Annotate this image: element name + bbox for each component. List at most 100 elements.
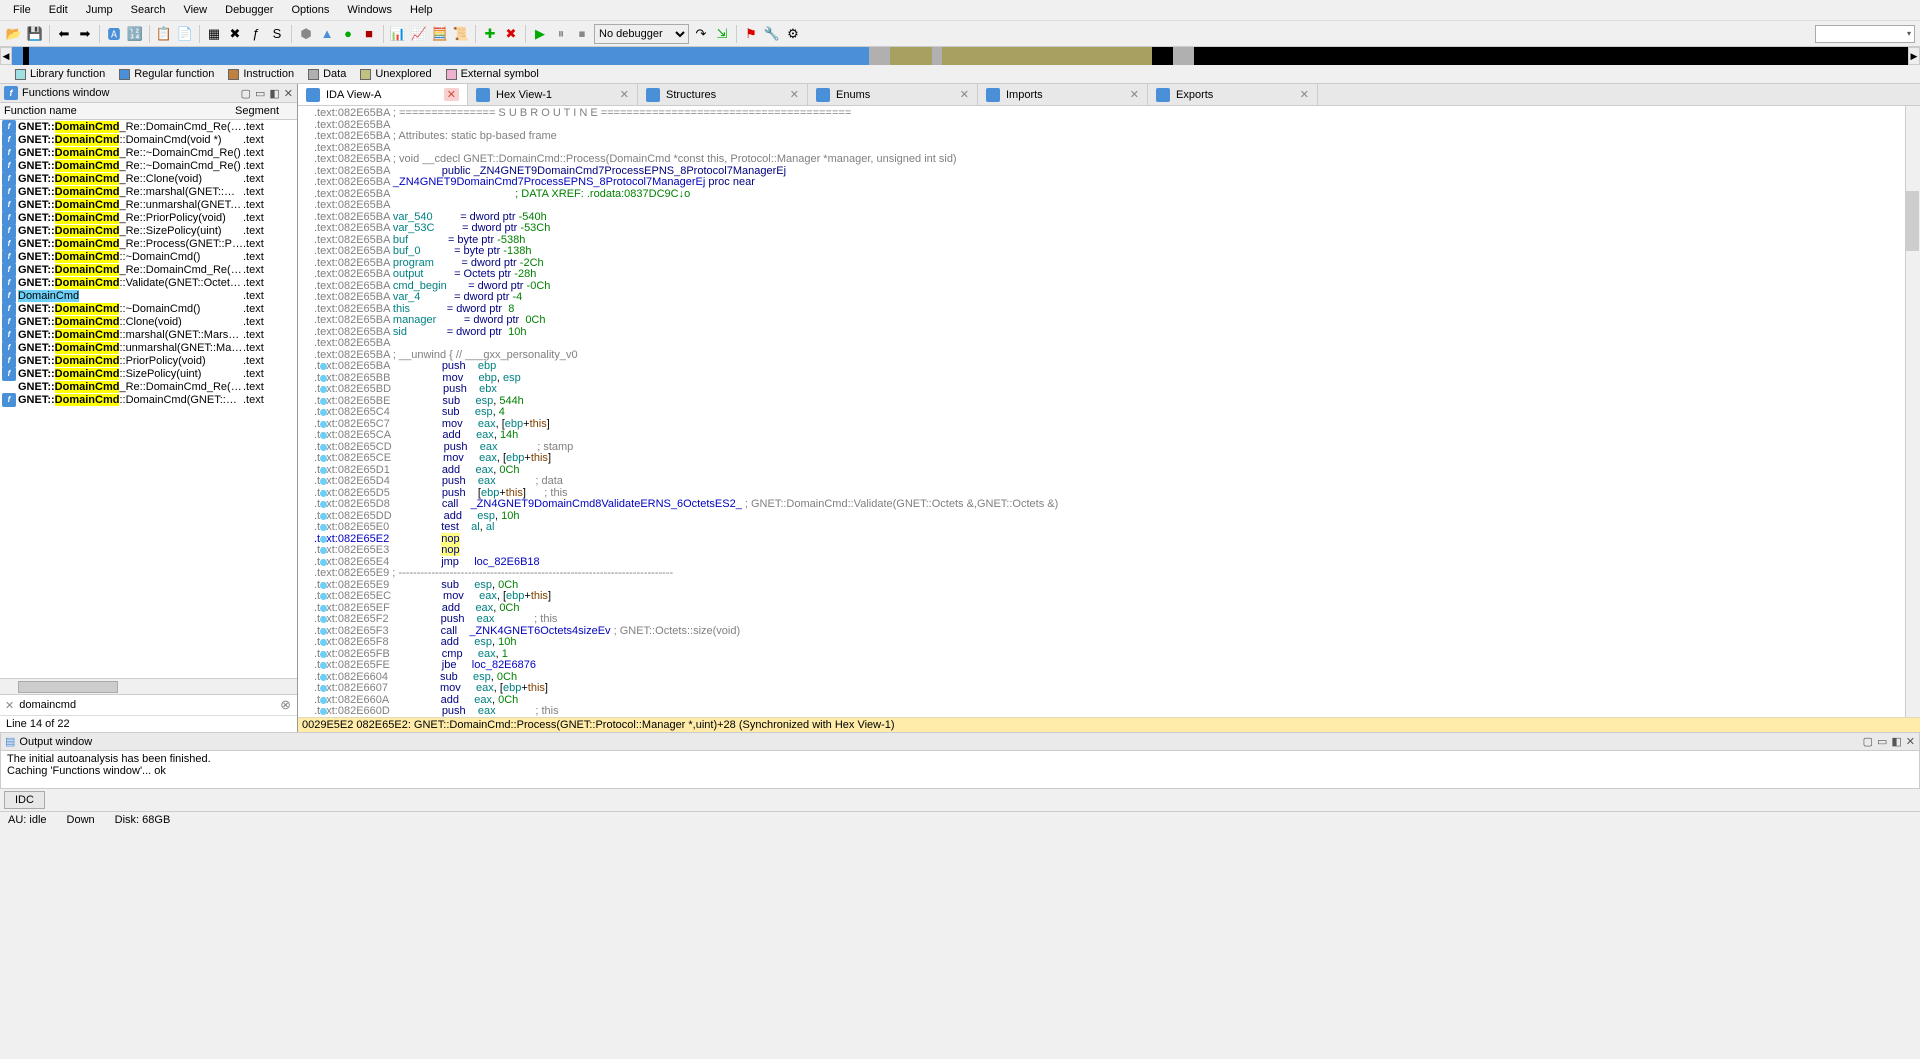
- search-text-icon[interactable]: 🅰: [105, 25, 123, 43]
- out-minimize-icon[interactable]: ▭: [1877, 735, 1887, 748]
- function-row[interactable]: fGNET::DomainCmd_Re::marshal(GNET::Marsh…: [0, 185, 297, 198]
- menu-options[interactable]: Options: [283, 2, 337, 18]
- disasm-line[interactable]: .text:082E65BA push ebp: [314, 361, 1920, 373]
- disasm-line[interactable]: .text:082E65BA cmd_begin = dword ptr -0C…: [314, 281, 1920, 293]
- disasm-line[interactable]: .text:082E65BA var_4 = dword ptr -4: [314, 292, 1920, 304]
- nav-map[interactable]: [12, 47, 1908, 65]
- clear-filter-icon[interactable]: ⊗: [276, 697, 295, 713]
- popout-icon[interactable]: ◧: [269, 87, 279, 100]
- disasm-line[interactable]: .text:082E65F8 add esp, 10h: [314, 637, 1920, 649]
- open-icon[interactable]: 📂: [5, 25, 23, 43]
- stop-run-icon[interactable]: ⏹: [573, 25, 591, 43]
- disasm-line[interactable]: .text:082E6604 sub esp, 0Ch: [314, 672, 1920, 684]
- tab-enums[interactable]: Enums✕: [808, 84, 978, 105]
- disasm-line[interactable]: .text:082E65BA var_53C = dword ptr -53Ch: [314, 223, 1920, 235]
- step-into-icon[interactable]: ⇲: [713, 25, 731, 43]
- paste-icon[interactable]: 📄: [176, 25, 194, 43]
- tab-imports[interactable]: Imports✕: [978, 84, 1148, 105]
- disasm-line[interactable]: .text:082E65C7 mov eax, [ebp+this]: [314, 419, 1920, 431]
- disasm-line[interactable]: .text:082E65FE jbe loc_82E6876: [314, 660, 1920, 672]
- disasm-line[interactable]: .text:082E65BA var_540 = dword ptr -540h: [314, 212, 1920, 224]
- disasm-line[interactable]: .text:082E65BA sid = dword ptr 10h: [314, 327, 1920, 339]
- dock-icon[interactable]: ▢: [241, 87, 251, 100]
- tab-close-icon[interactable]: ✕: [790, 88, 799, 101]
- tab-close-icon[interactable]: ✕: [620, 88, 629, 101]
- col-function-name[interactable]: Function name: [4, 105, 235, 117]
- out-dock-icon[interactable]: ▢: [1863, 735, 1873, 748]
- tab-exports[interactable]: Exports✕: [1148, 84, 1318, 105]
- forward-icon[interactable]: ➡: [76, 25, 94, 43]
- disasm-line[interactable]: .text:082E65BA program = dword ptr -2Ch: [314, 258, 1920, 270]
- plugin1-icon[interactable]: ⚑: [742, 25, 760, 43]
- disasm-line[interactable]: .text:082E65BA: [314, 200, 1920, 212]
- filter-input[interactable]: [17, 697, 276, 713]
- function-row[interactable]: fGNET::DomainCmd_Re::DomainCmd_Re(void *…: [0, 120, 297, 133]
- function-row[interactable]: fGNET::DomainCmd_Re::~DomainCmd_Re().tex…: [0, 159, 297, 172]
- disasm-line[interactable]: .text:082E65BA this = dword ptr 8: [314, 304, 1920, 316]
- menu-jump[interactable]: Jump: [78, 2, 121, 18]
- function-row[interactable]: fGNET::DomainCmd::PriorPolicy(void).text: [0, 354, 297, 367]
- crossref-icon[interactable]: ✖: [226, 25, 244, 43]
- disasm-line[interactable]: .text:082E65BA ; =============== S U B R…: [314, 108, 1920, 120]
- menu-windows[interactable]: Windows: [339, 2, 400, 18]
- disasm-line[interactable]: .text:082E65E3 nop: [314, 545, 1920, 557]
- function-row[interactable]: fGNET::DomainCmd_Re::Clone(void).text: [0, 172, 297, 185]
- run-icon[interactable]: ▶: [531, 25, 549, 43]
- graph-icon[interactable]: ▲: [318, 25, 336, 43]
- function-row[interactable]: fDomainCmd.text: [0, 289, 297, 302]
- disasm-line[interactable]: .text:082E65D8 call _ZN4GNET9DomainCmd8V…: [314, 499, 1920, 511]
- plugin2-icon[interactable]: 🔧: [763, 25, 781, 43]
- menu-help[interactable]: Help: [402, 2, 441, 18]
- disasm-line[interactable]: .text:082E65EC mov eax, [ebp+this]: [314, 591, 1920, 603]
- function-row[interactable]: fGNET::DomainCmd::unmarshal(GNET::Marsha…: [0, 341, 297, 354]
- script-icon[interactable]: 📜: [452, 25, 470, 43]
- v-scrollbar[interactable]: [1905, 106, 1920, 717]
- search-bin-icon[interactable]: 🔢: [126, 25, 144, 43]
- analyze-icon[interactable]: ●: [339, 25, 357, 43]
- function-row[interactable]: fGNET::DomainCmd_Re::unmarshal(GNET::Mar…: [0, 198, 297, 211]
- h-scrollbar[interactable]: [0, 678, 297, 694]
- back-icon[interactable]: ⬅: [55, 25, 73, 43]
- menu-file[interactable]: File: [5, 2, 39, 18]
- function-row[interactable]: fGNET::DomainCmd::~DomainCmd().text: [0, 250, 297, 263]
- plugin3-icon[interactable]: ⚙: [784, 25, 802, 43]
- menu-view[interactable]: View: [175, 2, 215, 18]
- tab-hex-view-1[interactable]: Hex View-1✕: [468, 84, 638, 105]
- tab-close-icon[interactable]: ✕: [1300, 88, 1309, 101]
- disasm-line[interactable]: .text:082E65BE sub esp, 544h: [314, 396, 1920, 408]
- idc-button[interactable]: IDC: [4, 791, 45, 809]
- disasm-line[interactable]: .text:082E65C4 sub esp, 4: [314, 407, 1920, 419]
- function-row[interactable]: GNET::DomainCmd_Re::DomainCmd_Re(GNET::O…: [0, 380, 297, 393]
- function-row[interactable]: fGNET::DomainCmd_Re::Process(GNET::Proto…: [0, 237, 297, 250]
- strings-icon[interactable]: S: [268, 25, 286, 43]
- out-popout-icon[interactable]: ◧: [1891, 735, 1901, 748]
- nav-right-icon[interactable]: ▶: [1908, 47, 1920, 65]
- tab-structures[interactable]: Structures✕: [638, 84, 808, 105]
- save-icon[interactable]: 💾: [26, 25, 44, 43]
- disassembly-view[interactable]: .text:082E65BA ; =============== S U B R…: [298, 106, 1920, 717]
- disasm-line[interactable]: .text:082E65DD add esp, 10h: [314, 511, 1920, 523]
- menu-debugger[interactable]: Debugger: [217, 2, 281, 18]
- disasm-line[interactable]: .text:082E65BB mov ebp, esp: [314, 373, 1920, 385]
- segments-icon[interactable]: ▦: [205, 25, 223, 43]
- pause-icon[interactable]: ⏸: [552, 25, 570, 43]
- function-row[interactable]: fGNET::DomainCmd::DomainCmd(GNET::Domai.…: [0, 393, 297, 406]
- disasm-line[interactable]: .text:082E65BA buf = byte ptr -538h: [314, 235, 1920, 247]
- chart1-icon[interactable]: 📊: [389, 25, 407, 43]
- minimize-icon[interactable]: ▭: [255, 87, 265, 100]
- function-row[interactable]: fGNET::DomainCmd::DomainCmd(void *).text: [0, 133, 297, 146]
- disasm-line[interactable]: .text:082E65BA ; Attributes: static bp-b…: [314, 131, 1920, 143]
- function-row[interactable]: fGNET::DomainCmd::Validate(GNET::Octets …: [0, 276, 297, 289]
- menu-edit[interactable]: Edit: [41, 2, 76, 18]
- disasm-line[interactable]: .text:082E65E9 sub esp, 0Ch: [314, 580, 1920, 592]
- disasm-line[interactable]: .text:082E65BA manager = dword ptr 0Ch: [314, 315, 1920, 327]
- function-row[interactable]: fGNET::DomainCmd::~DomainCmd().text: [0, 302, 297, 315]
- function-row[interactable]: fGNET::DomainCmd::marshal(GNET::Marshal:…: [0, 328, 297, 341]
- tab-close-icon[interactable]: ✕: [444, 88, 459, 101]
- disasm-line[interactable]: .text:082E65E2 nop: [314, 534, 1920, 546]
- function-row[interactable]: fGNET::DomainCmd_Re::~DomainCmd_Re().tex…: [0, 146, 297, 159]
- hex-icon[interactable]: ⬢: [297, 25, 315, 43]
- out-close-icon[interactable]: ✕: [1906, 735, 1915, 748]
- calc-icon[interactable]: 🧮: [431, 25, 449, 43]
- output-body[interactable]: The initial autoanalysis has been finish…: [0, 751, 1920, 789]
